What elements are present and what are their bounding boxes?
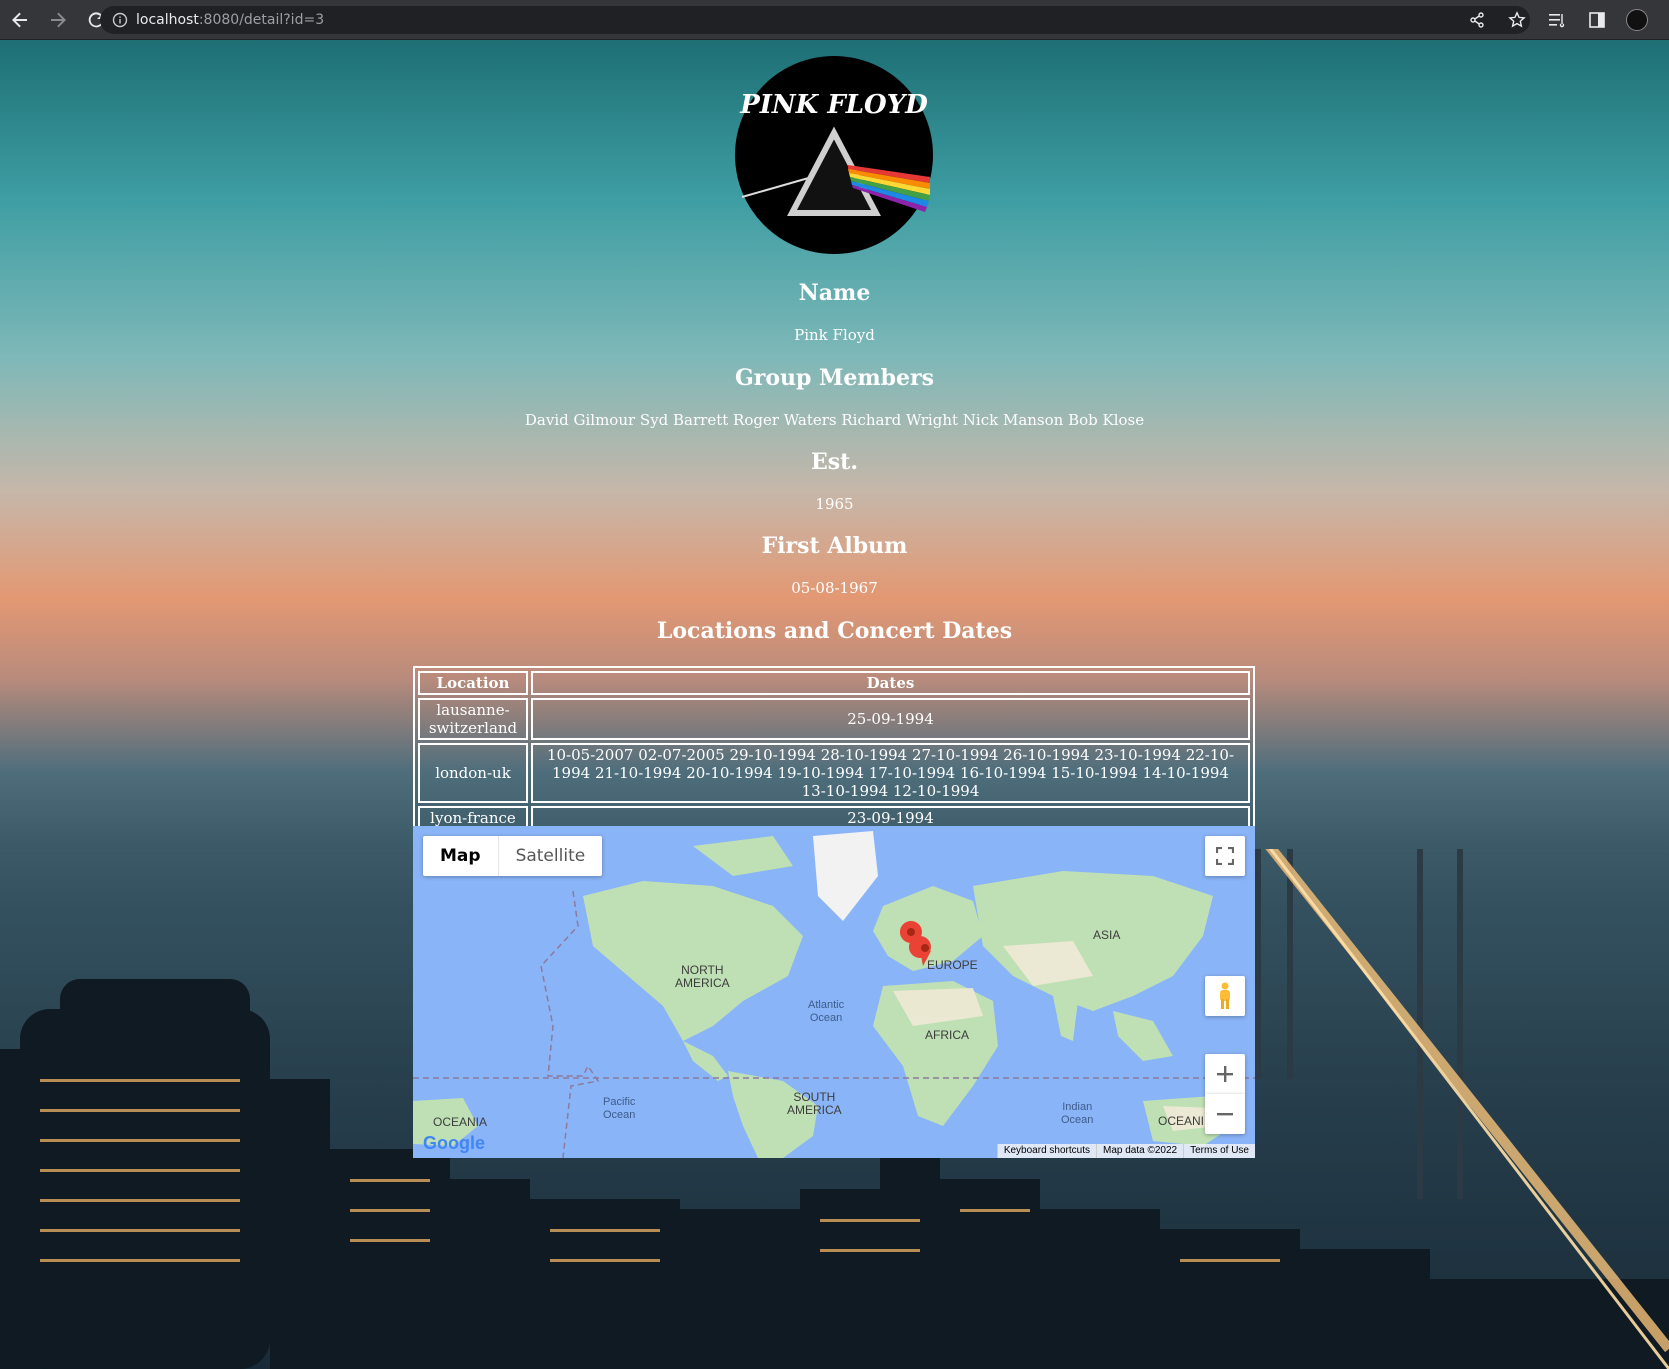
first-album-date: 05-08-1967 [791, 579, 878, 597]
url-host: localhost [136, 12, 199, 28]
column-header-location: Location [418, 671, 528, 695]
label-oceania-right: OCEANI [1158, 1114, 1205, 1128]
zoom-out-button[interactable] [1205, 1094, 1245, 1134]
map-footer: Keyboard shortcuts Map data ©2022 Terms … [996, 1144, 1255, 1158]
first-album-heading: First Album [761, 533, 908, 559]
band-logo-image: PINK FLOYD [735, 56, 933, 254]
terms-of-use-link[interactable]: Terms of Use [1183, 1144, 1255, 1158]
dates-cell: 10-05-2007 02-07-2005 29-10-1994 28-10-1… [531, 743, 1250, 803]
table-header-row: Location Dates [418, 671, 1250, 695]
location-cell: london-uk [418, 743, 528, 803]
map-type-satellite-button[interactable]: Satellite [499, 836, 603, 876]
table-row: london-uk 10-05-2007 02-07-2005 29-10-19… [418, 743, 1250, 803]
map-type-control: Map Satellite [423, 836, 603, 876]
page-background: PINK FLOYD Name Pink Floyd Group Members… [0, 40, 1669, 1369]
plus-icon [1217, 1066, 1233, 1082]
table-row: lausanne-switzerland 25-09-1994 [418, 698, 1250, 740]
back-icon[interactable] [8, 8, 32, 32]
google-map[interactable]: NORTH AMERICA SOUTH AMERICA EUROPE ASIA … [413, 826, 1255, 1158]
zoom-in-button[interactable] [1205, 1054, 1245, 1094]
google-logo: Google [423, 1133, 485, 1153]
bookmark-star-icon[interactable] [1505, 8, 1529, 32]
fullscreen-button[interactable] [1205, 836, 1245, 876]
url-path: :8080/detail?id=3 [198, 12, 325, 28]
keyboard-shortcuts-link[interactable]: Keyboard shortcuts [996, 1144, 1096, 1158]
forward-icon[interactable] [46, 8, 70, 32]
reading-list-icon[interactable] [1545, 8, 1569, 32]
name-heading: Name [798, 280, 871, 306]
label-europe: EUROPE [927, 958, 978, 972]
locations-heading: Locations and Concert Dates [656, 618, 1013, 644]
dates-cell: 25-09-1994 [531, 698, 1250, 740]
artist-name: Pink Floyd [794, 326, 875, 344]
members-heading: Group Members [734, 365, 935, 391]
label-oceania-left: OCEANIA [433, 1115, 488, 1129]
logo-text: PINK FLOYD [739, 90, 928, 120]
members-list: David Gilmour Syd Barrett Roger Waters R… [524, 411, 1145, 429]
profile-avatar[interactable] [1625, 8, 1649, 32]
side-panel-icon[interactable] [1585, 8, 1609, 32]
pegman-icon [1220, 982, 1230, 1009]
label-africa: AFRICA [925, 1028, 970, 1042]
established-year: 1965 [815, 495, 854, 513]
column-header-dates: Dates [531, 671, 1250, 695]
address-bar[interactable]: localhost:8080/detail?id=3 [100, 6, 1530, 34]
label-pacific-ocean: Pacific Ocean [603, 1096, 636, 1121]
label-north-america: NORTH AMERICA [675, 963, 730, 990]
established-heading: Est. [811, 449, 858, 475]
label-atlantic-ocean: Atlantic Ocean [808, 999, 845, 1024]
street-view-pegman-button[interactable] [1205, 976, 1245, 1016]
label-asia: ASIA [1093, 928, 1121, 942]
map-type-map-button[interactable]: Map [423, 836, 499, 876]
share-icon[interactable] [1465, 8, 1489, 32]
location-cell: lausanne-switzerland [418, 698, 528, 740]
label-indian-ocean: Indian Ocean [1061, 1101, 1094, 1126]
info-icon[interactable] [112, 12, 128, 28]
minus-icon [1217, 1113, 1233, 1116]
map-data-credit: Map data ©2022 [1096, 1144, 1184, 1158]
concert-table: Location Dates lausanne-switzerland 25-0… [413, 666, 1255, 835]
label-south-america: SOUTH AMERICA [787, 1090, 842, 1117]
fullscreen-icon [1216, 847, 1234, 865]
browser-toolbar: localhost:8080/detail?id=3 [0, 0, 1669, 40]
